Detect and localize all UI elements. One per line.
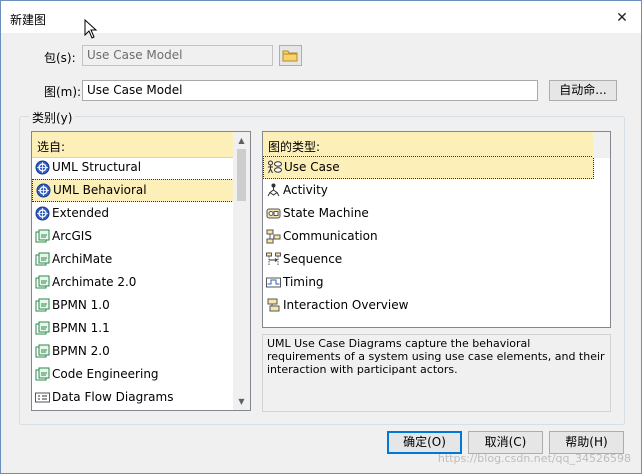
list-item[interactable]: ArcGIS [32,225,234,248]
browse-package-button[interactable] [279,45,302,66]
list-item[interactable]: BPMN 2.0 [32,340,234,363]
close-icon[interactable]: ✕ [611,7,633,29]
diagram-type-scrollbar [593,132,610,158]
list-item[interactable]: UML Structural [32,156,234,179]
select-from-header: 选自: [32,132,234,158]
window-title: 新建图 [10,13,47,27]
diagram-type-header: 图的类型: [263,132,610,158]
list-item-selected[interactable]: UML Behavioral [32,179,234,202]
category-label: 类别(y) [29,109,76,126]
uml-icon [35,160,50,175]
list-item[interactable]: Code Engineering [32,363,234,386]
list-item[interactable]: BPMN 1.1 [32,317,234,340]
mdg-icon [35,229,50,243]
mdg-icon [35,344,50,358]
mdg-icon [35,275,50,289]
diagram-name-field[interactable]: Use Case Model [82,80,538,101]
scroll-thumb[interactable] [237,149,246,201]
new-diagram-dialog: 新建图 ✕ 包(s): Use Case Model 图(m): Use Cas… [0,0,642,474]
list-item[interactable]: Interaction Overview [263,294,594,317]
list-item-selected[interactable]: Use Case [263,156,594,179]
help-button[interactable]: 帮助(H) [549,431,624,454]
list-item[interactable]: Archimate 2.0 [32,271,234,294]
activity-icon [267,183,280,197]
diagram-description: UML Use Case Diagrams capture the behavi… [262,334,611,412]
list-item[interactable]: Extended [32,202,234,225]
uml-icon [36,183,51,198]
diagram-name-label: 图(m): [44,85,82,99]
select-from-scrollbar[interactable]: ▲ ▼ [233,132,250,410]
communication-icon [266,229,281,244]
list-item[interactable]: ArchiMate [32,248,234,271]
mouse-cursor-icon [84,19,98,39]
mdg-icon [35,298,50,312]
folder-icon [282,50,298,62]
list-item[interactable]: Data Flow Diagrams [32,386,234,409]
list-item[interactable]: Activity [263,179,594,202]
sequence-icon [266,252,281,266]
ok-button[interactable]: 确定(O) [387,431,462,454]
list-item[interactable]: Communication [263,225,594,248]
mdg-icon [35,321,50,335]
use-case-icon [268,160,282,174]
cancel-button[interactable]: 取消(C) [468,431,543,454]
select-from-list[interactable]: 选自: UML Structural UML Behavioral Extend… [31,131,251,411]
package-field: Use Case Model [82,45,273,66]
watermark-text: https://blog.csdn.net/qq_34526598 [437,452,631,465]
interaction-overview-icon [267,298,280,312]
auto-name-button[interactable]: 自动命... [549,80,617,101]
list-item[interactable]: BPMN 1.0 [32,294,234,317]
scroll-up-icon[interactable]: ▲ [233,132,250,149]
mdg-icon [35,252,50,266]
state-machine-icon [266,208,281,219]
timing-icon [266,277,281,288]
list-item[interactable]: State Machine [263,202,594,225]
scroll-down-icon[interactable]: ▼ [233,393,250,410]
uml-icon [35,206,50,221]
list-item[interactable]: Timing [263,271,594,294]
package-label: 包(s): [44,51,76,65]
dfd-icon [35,392,50,403]
diagram-type-list[interactable]: 图的类型: Use Case Activity State Machine Co… [262,131,611,328]
mdg-icon [35,367,50,381]
list-item[interactable]: Sequence [263,248,594,271]
